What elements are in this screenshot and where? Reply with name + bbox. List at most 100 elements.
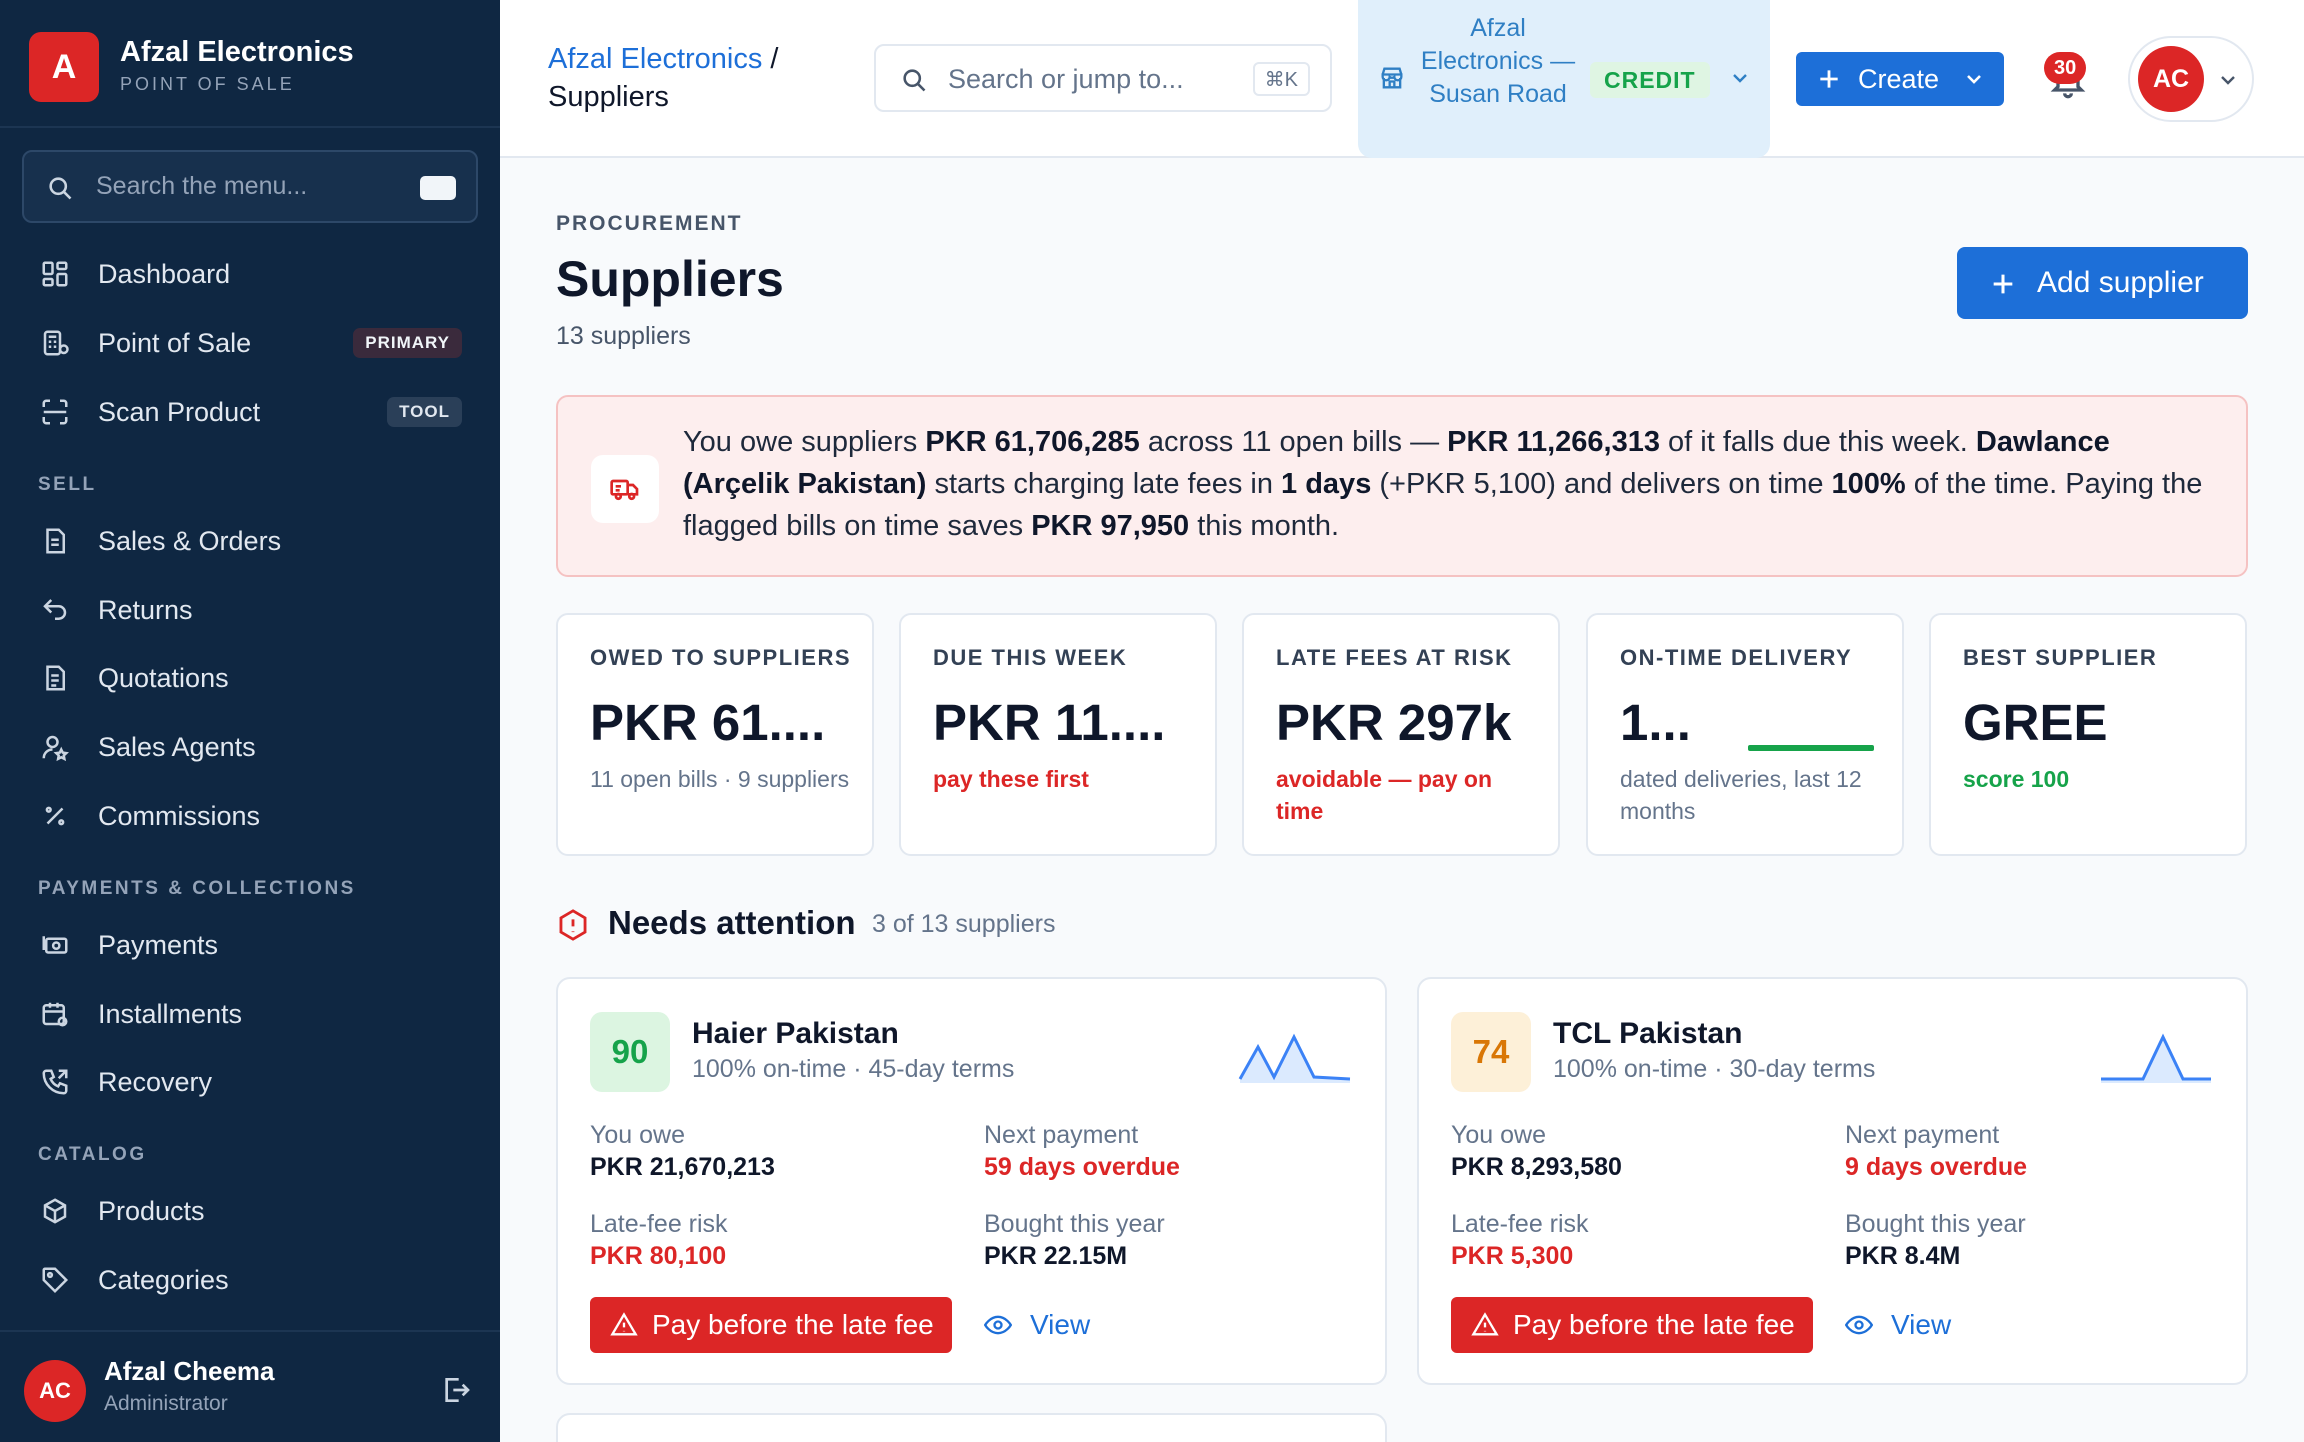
breadcrumb-link[interactable]: Afzal Electronics	[548, 43, 762, 75]
sidebar-item-label: Commissions	[98, 801, 261, 831]
field-value: PKR 22.15M	[984, 1242, 1128, 1270]
kpi-value: GREE	[1963, 694, 2108, 751]
sidebar-item-sales-agents[interactable]: Sales Agents	[22, 718, 478, 776]
sidebar-item-sales-orders[interactable]: Sales & Orders	[22, 512, 478, 570]
supplier-card: 90 Haier Pakistan 100% on-time · 45-day …	[556, 977, 1387, 1385]
scan-icon	[42, 399, 68, 425]
alert-text-part: of it falls due this week.	[1659, 426, 1976, 458]
kpi-late-fees-at-risk[interactable]: LATE FEES AT RISK PKR 297k avoidable — p…	[1242, 613, 1560, 856]
sidebar-item-label: Categories	[98, 1265, 229, 1295]
warning-icon	[610, 1312, 638, 1336]
avatar: AC	[24, 1360, 86, 1422]
global-search-input[interactable]: Search or jump to... ⌘K	[874, 44, 1332, 112]
percent-icon	[45, 806, 65, 826]
sidebar-item-label: Installments	[98, 999, 243, 1029]
shortcut-key	[420, 176, 456, 200]
kpi-sub: 11 open bills · 9 suppliers	[590, 766, 850, 792]
alert-text-part: this month.	[1189, 510, 1340, 542]
section-title: Needs attention	[608, 904, 856, 941]
logout-icon[interactable]	[440, 1374, 472, 1406]
sidebar-item-label: Sales & Orders	[98, 526, 282, 556]
supplier-name[interactable]: Haier Pakistan	[692, 1017, 899, 1051]
alert-days: 1 days	[1281, 468, 1372, 500]
brand-name: Afzal Electronics	[120, 36, 354, 68]
brand[interactable]: A Afzal Electronics POINT OF SALE	[29, 32, 469, 102]
store-icon	[1381, 67, 1403, 89]
document-icon	[46, 665, 65, 691]
alert-text-part: starts charging late fees in	[926, 468, 1282, 500]
kpi-label: ON-TIME DELIVERY	[1620, 645, 1853, 670]
sidebar-item-label: Scan Product	[98, 397, 261, 427]
field-value: PKR 8,293,580	[1451, 1153, 1622, 1181]
sidebar-item-scan-product[interactable]: Scan Product TOOL	[22, 383, 478, 441]
sidebar-user: AC Afzal Cheema Administrator	[0, 1330, 500, 1442]
menu-search-input[interactable]: Search the menu...	[22, 150, 478, 223]
alert-text-part: (+PKR 5,100) and delivers on time	[1371, 468, 1832, 500]
sidebar-item-dashboard[interactable]: Dashboard	[22, 245, 478, 303]
alert-total-owed: PKR 61,706,285	[925, 426, 1140, 458]
field-label: Next payment	[984, 1121, 1139, 1149]
view-button[interactable]: View	[1845, 1297, 1975, 1353]
sidebar-item-label: Payments	[98, 930, 219, 960]
sidebar-item-label: Point of Sale	[98, 328, 252, 358]
supplier-card: 74 TCL Pakistan 100% on-time · 30-day te…	[1417, 977, 2248, 1385]
kpi-owed-to-suppliers[interactable]: OWED TO SUPPLIERS PKR 61.... 11 open bil…	[556, 613, 874, 856]
eye-icon	[1845, 1315, 1873, 1335]
supplier-meta: 100% on-time · 30-day terms	[1553, 1055, 1876, 1083]
pay-before-late-fee-button[interactable]: Pay before the late fee	[590, 1297, 952, 1353]
supplier-card	[556, 1413, 1387, 1442]
create-button[interactable]: Create	[1796, 52, 2004, 106]
notification-count: 30	[2044, 52, 2087, 84]
undo-icon	[43, 599, 67, 620]
plus-icon	[1993, 274, 2013, 294]
pos-icon	[43, 330, 69, 356]
field-you-owe: You owe PKR 21,670,213	[590, 1119, 775, 1183]
kpi-value: PKR 61....	[590, 694, 826, 751]
user-menu[interactable]: AC	[2128, 36, 2254, 122]
topbar: Afzal Electronics / Suppliers Search or …	[500, 0, 2304, 158]
sidebar-item-categories[interactable]: Categories	[22, 1251, 478, 1309]
section-count: 3 of 13 suppliers	[872, 910, 1056, 938]
box-icon	[43, 1198, 67, 1224]
kpi-sub: dated deliveries, last 12 months	[1620, 766, 1862, 824]
field-label: You owe	[1451, 1121, 1546, 1149]
field-bought-this-year: Bought this year PKR 8.4M	[1845, 1208, 2026, 1272]
field-value: PKR 8.4M	[1845, 1242, 1961, 1270]
warning-icon	[1471, 1312, 1499, 1336]
add-supplier-label: Add supplier	[2037, 266, 2204, 299]
sidebar-item-returns[interactable]: Returns	[22, 581, 478, 639]
field-label: Bought this year	[984, 1210, 1165, 1238]
plus-icon	[1820, 70, 1838, 88]
pay-before-late-fee-button[interactable]: Pay before the late fee	[1451, 1297, 1813, 1353]
sidebar-item-payments[interactable]: Payments	[22, 916, 478, 974]
kpi-due-this-week[interactable]: DUE THIS WEEK PKR 11.... pay these first	[899, 613, 1217, 856]
kpi-best-supplier[interactable]: BEST SUPPLIER GREE score 100	[1929, 613, 2247, 856]
sidebar-item-point-of-sale[interactable]: Point of Sale PRIMARY	[22, 314, 478, 372]
chevron-down-icon	[1967, 75, 1981, 84]
sidebar-item-products[interactable]: Products	[22, 1182, 478, 1240]
sidebar-item-commissions[interactable]: Commissions	[22, 787, 478, 845]
search-shortcut: ⌘K	[1252, 62, 1310, 96]
summary-alert: You owe suppliers PKR 61,706,285 across …	[556, 395, 2248, 577]
breadcrumb-current: Suppliers	[548, 81, 669, 113]
search-icon	[903, 69, 926, 92]
field-value: 9 days overdue	[1845, 1153, 2028, 1181]
supplier-name[interactable]: TCL Pakistan	[1553, 1017, 1743, 1051]
add-supplier-button[interactable]: Add supplier	[1957, 247, 2248, 319]
field-value: 59 days overdue	[984, 1153, 1180, 1181]
sidebar-item-installments[interactable]: Installments	[22, 985, 478, 1043]
dashboard-icon	[42, 261, 68, 287]
store-mode-badge: CREDIT	[1590, 62, 1710, 98]
store-switcher[interactable]: Afzal Electronics — Susan Road CREDIT	[1358, 0, 1770, 158]
field-late-fee-risk: Late-fee risk PKR 5,300	[1451, 1208, 1589, 1272]
sidebar-item-quotations[interactable]: Quotations	[22, 649, 478, 707]
sidebar-item-recovery[interactable]: Recovery	[22, 1053, 478, 1111]
alert-due-week: PKR 11,266,313	[1447, 426, 1660, 458]
field-label: Next payment	[1845, 1121, 2000, 1149]
kpi-sub: score 100	[1963, 766, 2070, 792]
view-button[interactable]: View	[984, 1297, 1114, 1353]
field-value: PKR 80,100	[590, 1242, 727, 1270]
kpi-on-time-delivery[interactable]: ON-TIME DELIVERY 1... dated deliveries, …	[1586, 613, 1904, 856]
search-icon	[49, 177, 72, 200]
view-label: View	[1030, 1309, 1091, 1340]
